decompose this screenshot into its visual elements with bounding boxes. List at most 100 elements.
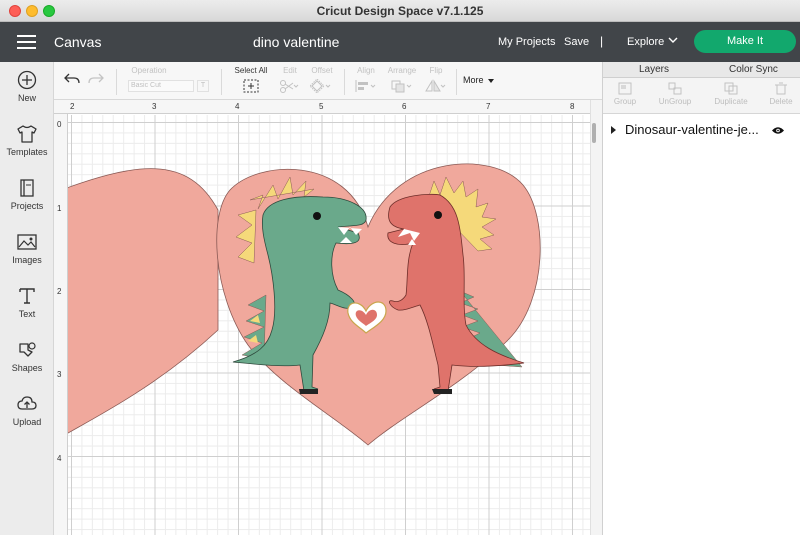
layers-panel: Layers Color Sync Group UnGroup Duplicat… xyxy=(602,62,800,535)
sidebar-item-label: Upload xyxy=(12,417,42,427)
window-title: Cricut Design Space v7.1.125 xyxy=(316,4,484,18)
image-icon xyxy=(17,234,37,250)
duplicate-icon xyxy=(724,82,738,95)
layer-name: Dinosaur-valentine-je... xyxy=(625,122,759,137)
group-label: Group xyxy=(613,97,637,106)
layers-panel-tabs: Layers Color Sync xyxy=(603,62,800,78)
select-all-label: Select All xyxy=(234,66,268,75)
toolbar-divider xyxy=(456,69,457,95)
sidebar-item-shapes[interactable]: Shapes xyxy=(0,340,54,373)
toolbar-divider xyxy=(221,69,222,95)
sidebar-item-label: Templates xyxy=(6,147,48,157)
toolbar-divider xyxy=(344,69,345,95)
red-dino-eye xyxy=(434,211,442,219)
sidebar-item-upload[interactable]: Upload xyxy=(0,394,54,427)
edit-toolbar: Operation Basic Cut T Select All Edit Of… xyxy=(54,62,602,100)
align-label: Align xyxy=(357,66,375,75)
design-canvas[interactable] xyxy=(68,115,590,535)
ruler-v-label: 4 xyxy=(57,454,62,463)
green-dino-eye xyxy=(313,212,321,220)
canvas-label: Canvas xyxy=(54,34,102,50)
ungroup-button[interactable]: UnGroup xyxy=(657,82,693,106)
arrange-label: Arrange xyxy=(387,66,417,75)
ruler-h-label: 5 xyxy=(319,102,324,111)
sidebar-item-label: Shapes xyxy=(11,363,43,373)
undo-icon[interactable] xyxy=(64,72,80,86)
operation-type-box[interactable]: T xyxy=(197,80,209,92)
make-it-button[interactable]: Make It xyxy=(694,30,796,53)
ruler-v-label: 2 xyxy=(57,287,62,296)
ungroup-label: UnGroup xyxy=(658,97,692,106)
sidebar-item-images[interactable]: Images xyxy=(0,232,54,265)
tab-color-sync[interactable]: Color Sync xyxy=(729,64,778,75)
layer-row[interactable]: Dinosaur-valentine-je... xyxy=(603,120,800,140)
tab-layers[interactable]: Layers xyxy=(639,64,669,75)
heart-shape-left[interactable] xyxy=(68,168,219,445)
text-t-icon xyxy=(19,288,35,304)
ruler-h-label: 6 xyxy=(402,102,407,111)
my-projects-link[interactable]: My Projects xyxy=(498,36,555,48)
expand-caret-icon[interactable] xyxy=(611,126,616,134)
ruler-v-label: 3 xyxy=(57,370,62,379)
ruler-h-label: 2 xyxy=(70,102,75,111)
operation-select[interactable]: Basic Cut xyxy=(128,80,194,92)
flip-label: Flip xyxy=(429,66,443,75)
operation-label: Operation xyxy=(131,66,167,75)
align-icon[interactable] xyxy=(354,79,378,93)
shirt-icon xyxy=(17,125,37,143)
chevron-down-icon[interactable] xyxy=(667,34,679,46)
horizontal-ruler: 2 3 4 5 6 7 8 xyxy=(54,100,590,114)
ungroup-icon xyxy=(668,82,682,95)
flip-icon[interactable] xyxy=(424,79,448,93)
duplicate-button[interactable]: Duplicate xyxy=(711,82,751,106)
ruler-v-label: 0 xyxy=(57,120,62,129)
offset-icon[interactable] xyxy=(310,79,332,93)
offset-label: Offset xyxy=(311,66,333,75)
delete-button[interactable]: Delete xyxy=(767,82,795,106)
caret-down-icon xyxy=(488,78,495,83)
save-link[interactable]: Save xyxy=(564,36,589,48)
ruler-v-label: 1 xyxy=(57,204,62,213)
sidebar-item-text[interactable]: Text xyxy=(0,286,54,319)
duplicate-label: Duplicate xyxy=(714,97,748,106)
eye-icon[interactable] xyxy=(771,126,785,135)
layers-tools: Group UnGroup Duplicate Delete xyxy=(603,78,800,114)
ruler-h-label: 3 xyxy=(152,102,157,111)
ruler-h-label: 7 xyxy=(486,102,491,111)
ruler-h-label: 8 xyxy=(570,102,575,111)
vertical-ruler: 0 1 2 3 4 xyxy=(54,114,68,535)
sidebar-item-label: New xyxy=(17,93,36,103)
canvas-vertical-scrollbar[interactable] xyxy=(590,100,602,535)
toolbar-divider xyxy=(116,69,117,95)
sidebar-item-templates[interactable]: Templates xyxy=(0,124,54,157)
ruler-h-label: 4 xyxy=(235,102,240,111)
scissors-icon[interactable] xyxy=(279,79,299,93)
select-all-icon[interactable] xyxy=(243,79,259,93)
shapes-icon xyxy=(19,342,36,357)
group-icon xyxy=(618,82,632,95)
project-name: dino valentine xyxy=(253,34,340,50)
header-separator: | xyxy=(600,34,604,48)
sidebar-item-projects[interactable]: Projects xyxy=(0,178,54,211)
sidebar-item-label: Projects xyxy=(10,201,44,211)
redo-icon[interactable] xyxy=(88,72,104,86)
edit-label: Edit xyxy=(283,66,297,75)
sidebar-item-new[interactable]: New xyxy=(0,70,54,103)
delete-label: Delete xyxy=(769,97,793,106)
trash-icon xyxy=(775,82,787,95)
app-header: Canvas dino valentine My Projects Save |… xyxy=(0,22,800,62)
left-sidebar: New Templates Projects Images Text Shape… xyxy=(0,62,54,535)
more-label: More xyxy=(463,75,484,85)
canvas-scroll-thumb[interactable] xyxy=(592,123,596,143)
cloud-upload-icon xyxy=(17,396,37,410)
group-button[interactable]: Group xyxy=(613,82,637,106)
book-icon xyxy=(20,179,34,197)
sidebar-item-label: Text xyxy=(18,309,36,319)
explore-link[interactable]: Explore xyxy=(627,36,664,48)
arrange-icon[interactable] xyxy=(390,79,414,93)
sidebar-item-label: Images xyxy=(12,255,42,265)
plus-circle-icon xyxy=(17,70,37,90)
more-menu[interactable]: More xyxy=(463,75,495,85)
hamburger-menu-icon[interactable] xyxy=(17,35,36,49)
window-titlebar: Cricut Design Space v7.1.125 xyxy=(0,0,800,22)
